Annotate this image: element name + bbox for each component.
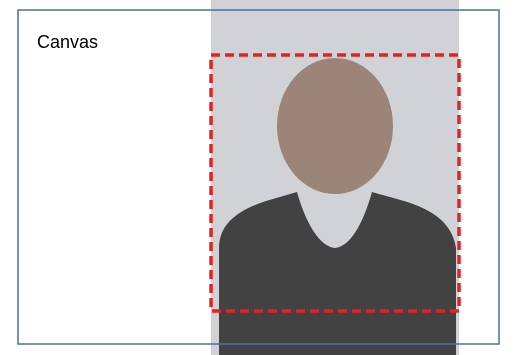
diagram-canvas [17, 0, 500, 355]
person-head [277, 58, 393, 194]
canvas-label: Canvas [37, 32, 99, 52]
